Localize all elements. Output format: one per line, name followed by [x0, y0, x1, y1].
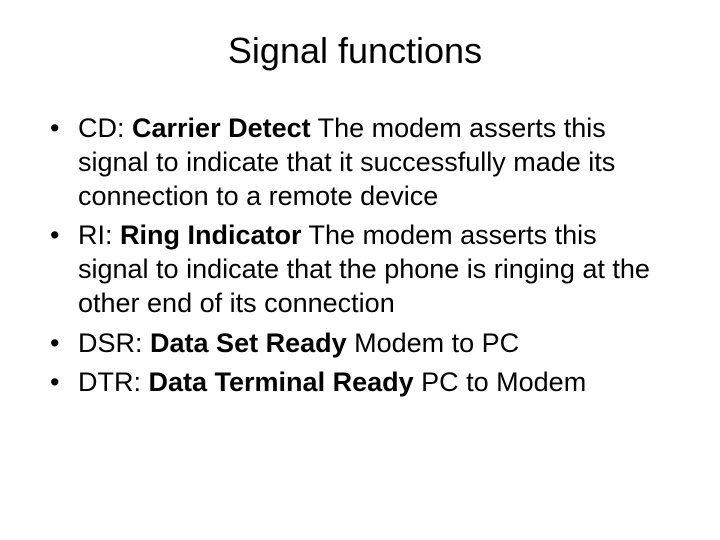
colon: :: [117, 113, 132, 143]
list-item: DSR: Data Set Ready Modem to PC: [50, 327, 670, 361]
colon: :: [135, 328, 150, 358]
signal-term: Ring Indicator: [120, 220, 302, 250]
list-item: DTR: Data Terminal Ready PC to Modem: [50, 366, 670, 400]
colon: :: [105, 220, 120, 250]
colon: :: [134, 367, 149, 397]
slide-title: Signal functions: [30, 30, 680, 72]
signal-acronym: RI: [78, 220, 105, 250]
signal-desc: Modem to PC: [347, 328, 520, 358]
slide: Signal functions CD: Carrier Detect The …: [0, 0, 720, 540]
signal-acronym: DTR: [78, 367, 134, 397]
signal-desc: PC to Modem: [414, 367, 587, 397]
signal-term: Data Terminal Ready: [149, 367, 414, 397]
list-item: RI: Ring Indicator The modem asserts thi…: [50, 219, 670, 320]
signal-acronym: DSR: [78, 328, 135, 358]
signal-acronym: CD: [78, 113, 117, 143]
signal-term: Carrier Detect: [132, 113, 311, 143]
list-item: CD: Carrier Detect The modem asserts thi…: [50, 112, 670, 213]
bullet-list: CD: Carrier Detect The modem asserts thi…: [30, 112, 680, 400]
signal-term: Data Set Ready: [150, 328, 347, 358]
